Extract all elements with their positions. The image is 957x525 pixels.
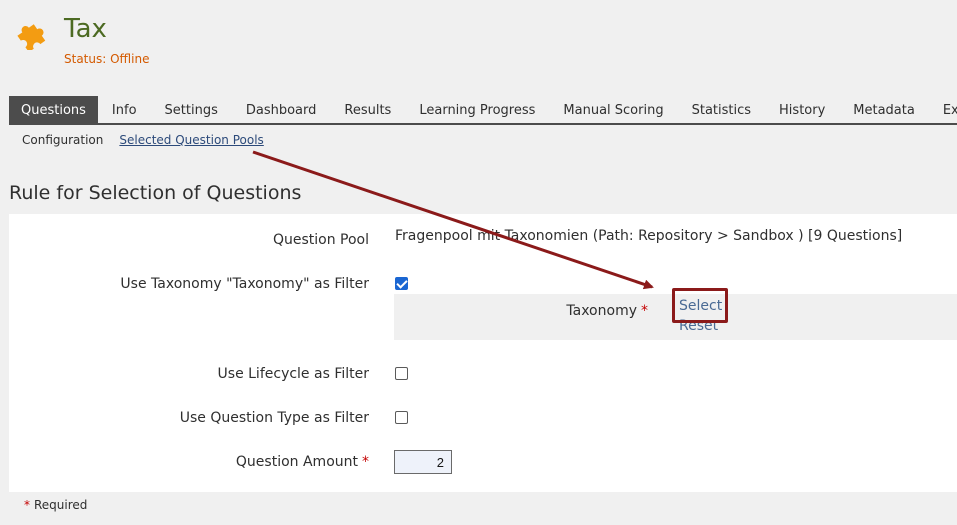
section-title: Rule for Selection of Questions	[9, 182, 302, 204]
tab-questions[interactable]: Questions	[9, 96, 98, 123]
question-type-filter-label: Use Question Type as Filter	[179, 410, 369, 426]
tab-settings[interactable]: Settings	[151, 96, 232, 123]
tab-metadata[interactable]: Metadata	[839, 96, 929, 123]
tab-manual-scoring[interactable]: Manual Scoring	[549, 96, 677, 123]
question-type-filter-checkbox[interactable]	[395, 411, 408, 424]
tab-learning-progress[interactable]: Learning Progress	[405, 96, 549, 123]
taxonomy-select-link[interactable]: Select	[679, 298, 722, 314]
selection-rule-form: Question Pool Fragenpool mit Taxonomien …	[9, 214, 957, 492]
tab-info[interactable]: Info	[98, 96, 151, 123]
required-note: * Required	[24, 498, 88, 512]
taxonomy-subform: Taxonomy * Select Reset	[394, 294, 957, 340]
tab-history[interactable]: History	[765, 96, 839, 123]
lifecycle-filter-label: Use Lifecycle as Filter	[217, 366, 369, 382]
question-amount-label: Question Amount *	[235, 454, 369, 470]
tab-dashboard[interactable]: Dashboard	[232, 96, 331, 123]
subtab-selected-question-pools[interactable]: Selected Question Pools	[119, 133, 263, 147]
object-title: Tax	[64, 14, 107, 44]
question-pool-value: Fragenpool mit Taxonomien (Path: Reposit…	[395, 228, 903, 244]
lifecycle-filter-checkbox[interactable]	[395, 367, 408, 380]
tab-export[interactable]: Export	[929, 96, 957, 123]
taxonomy-filter-checkbox[interactable]	[395, 277, 408, 290]
taxonomy-reset-link[interactable]: Reset	[679, 318, 718, 334]
object-header: Tax Status: Offline	[0, 0, 957, 90]
subtab-configuration[interactable]: Configuration	[22, 133, 103, 147]
question-amount-input[interactable]	[394, 450, 452, 474]
puzzle-icon	[17, 24, 46, 50]
taxonomy-filter-label: Use Taxonomy "Taxonomy" as Filter	[120, 276, 369, 292]
taxonomy-label: Taxonomy *	[566, 303, 648, 319]
object-status: Status: Offline	[64, 52, 150, 66]
main-tabs: Questions Info Settings Dashboard Result…	[9, 96, 957, 125]
tab-results[interactable]: Results	[330, 96, 405, 123]
tab-statistics[interactable]: Statistics	[678, 96, 765, 123]
sub-tabs: Configuration Selected Question Pools	[22, 133, 264, 147]
question-pool-label: Question Pool	[272, 232, 369, 248]
